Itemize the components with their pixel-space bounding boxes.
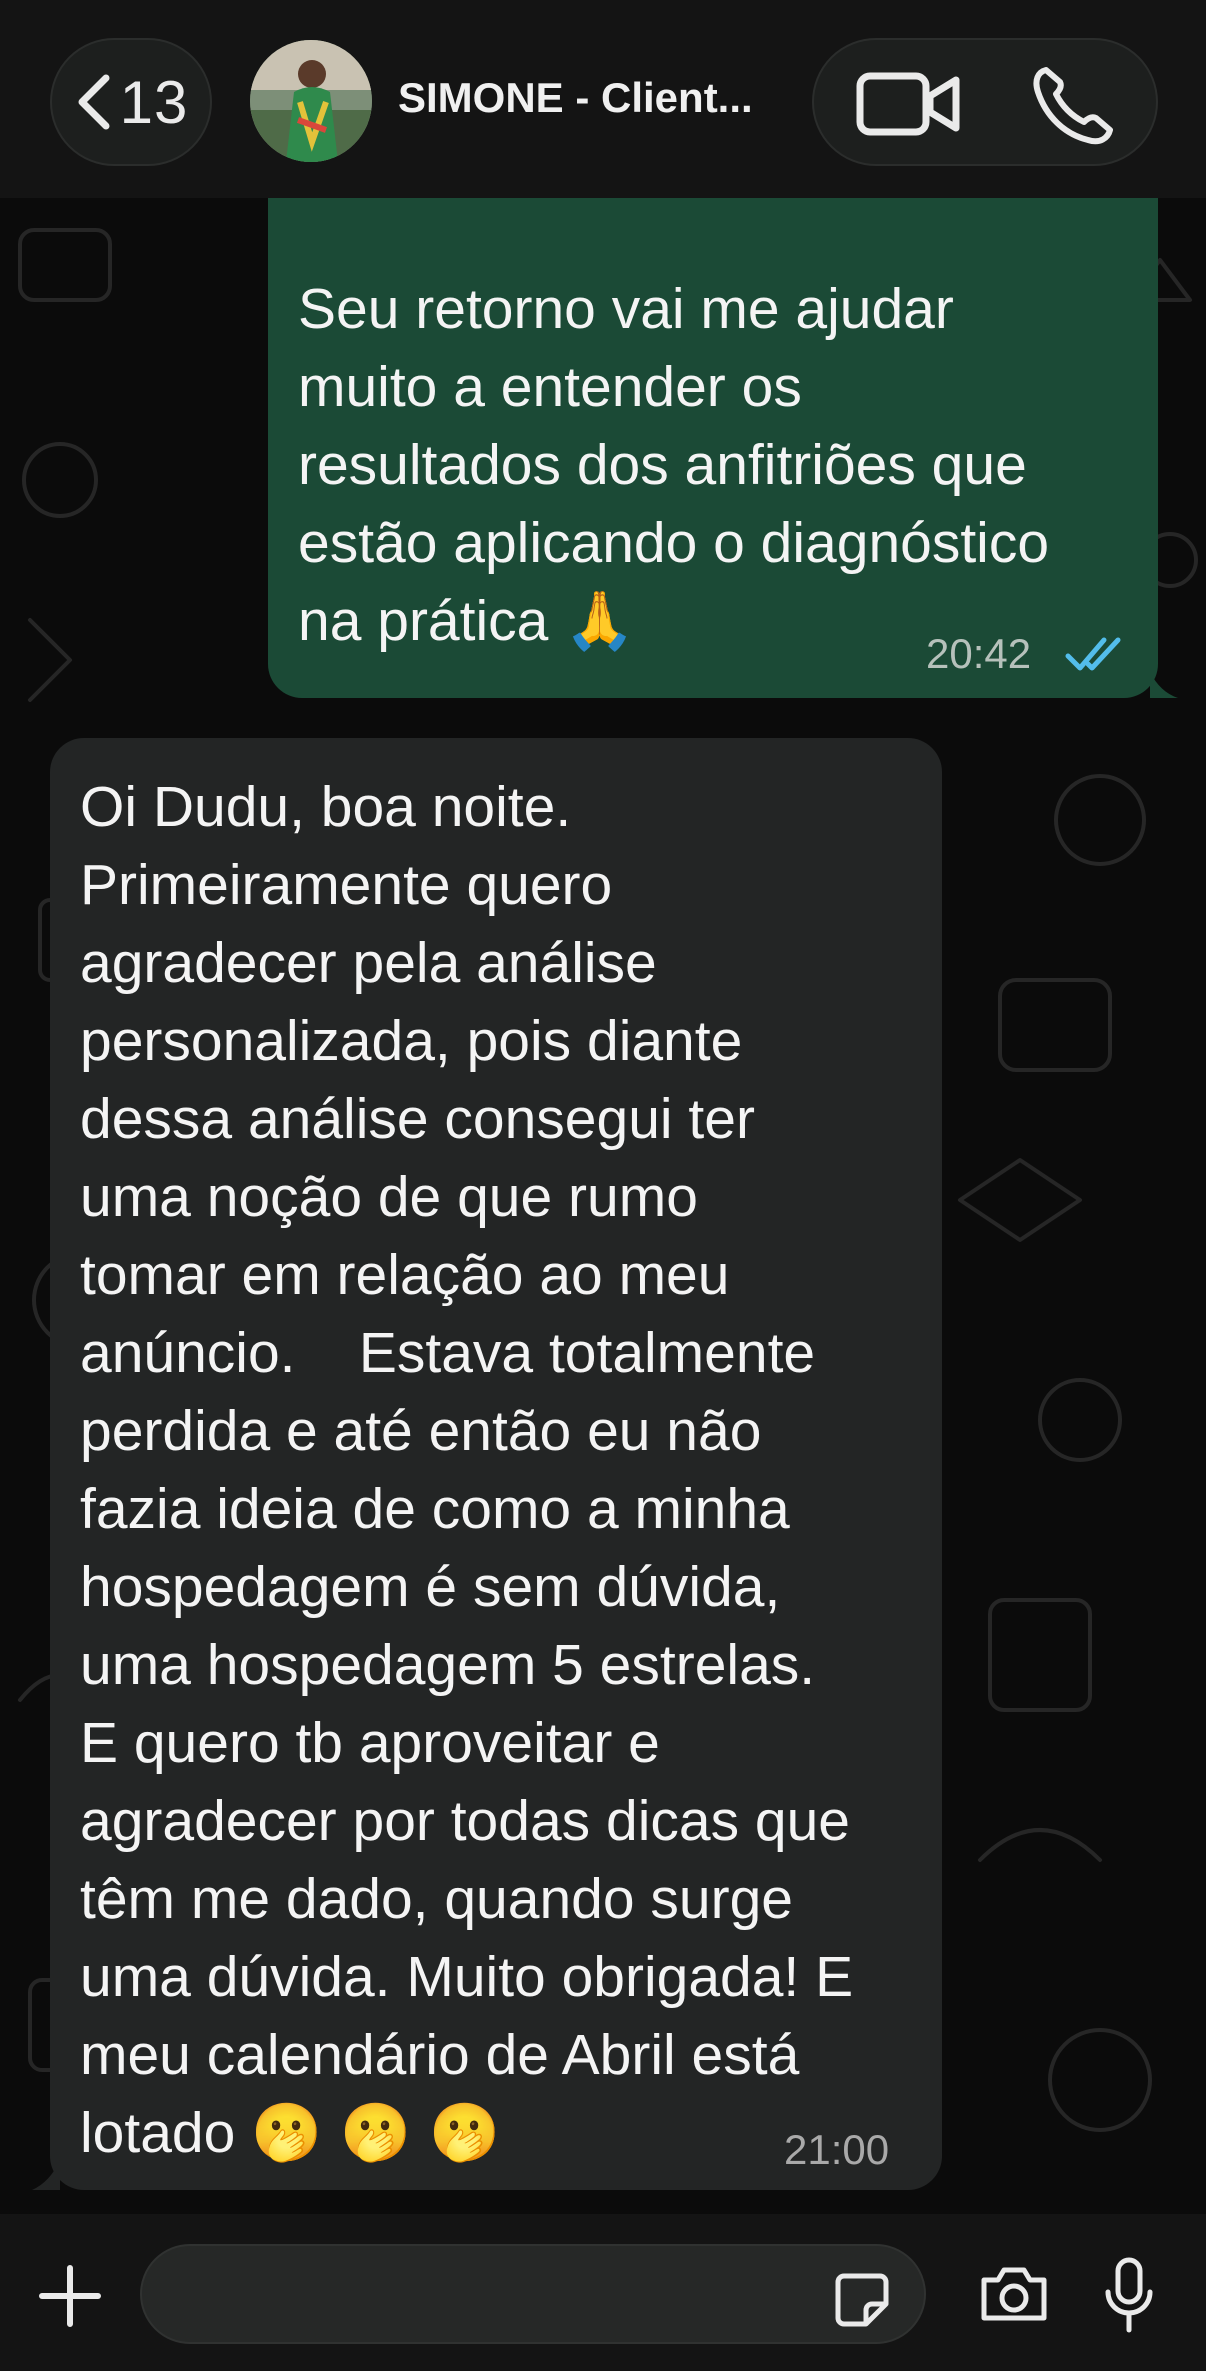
message-time: 20:42 — [926, 630, 1032, 677]
bubble-tail — [32, 2160, 60, 2190]
message-input[interactable] — [172, 2246, 856, 2344]
bubble-tail — [1150, 672, 1178, 698]
contact-name[interactable]: SIMONE - Client... — [398, 74, 778, 122]
message-text: Oi Dudu, boa noite. Primeiramente quero … — [80, 768, 914, 2172]
message-emoji: 🙏 — [564, 588, 636, 654]
contact-avatar[interactable] — [250, 40, 372, 162]
message-text-body: Seu retorno vai me ajudar muito a entend… — [298, 277, 1050, 653]
message-text: Seu retorno vai me ajudar muito a entend… — [298, 270, 1128, 660]
message-input-field[interactable] — [140, 2244, 926, 2344]
double-check-icon — [1065, 637, 1121, 671]
phone-icon[interactable] — [1030, 64, 1116, 146]
call-actions — [812, 38, 1158, 166]
composer-bar — [0, 2214, 1206, 2371]
plus-icon[interactable] — [38, 2264, 102, 2328]
message-outgoing[interactable]: Seu retorno vai me ajudar muito a entend… — [268, 198, 1158, 698]
chat-header: 13 SIMONE - Client... — [0, 0, 1206, 198]
camera-icon[interactable] — [978, 2264, 1050, 2324]
message-text-body: Oi Dudu, boa noite. Primeiramente quero … — [80, 775, 854, 2165]
unread-count: 13 — [119, 68, 189, 136]
sticker-icon[interactable] — [832, 2270, 892, 2330]
microphone-icon[interactable] — [1104, 2256, 1154, 2336]
message-incoming[interactable]: Oi Dudu, boa noite. Primeiramente quero … — [50, 738, 942, 2190]
video-camera-icon[interactable] — [854, 68, 964, 140]
avatar-image — [250, 40, 372, 162]
chevron-left-icon — [78, 74, 110, 130]
message-emoji: 🫢 🫢 🫢 — [251, 2100, 501, 2166]
message-time: 21:00 — [784, 2126, 890, 2173]
back-button[interactable]: 13 — [50, 38, 212, 166]
